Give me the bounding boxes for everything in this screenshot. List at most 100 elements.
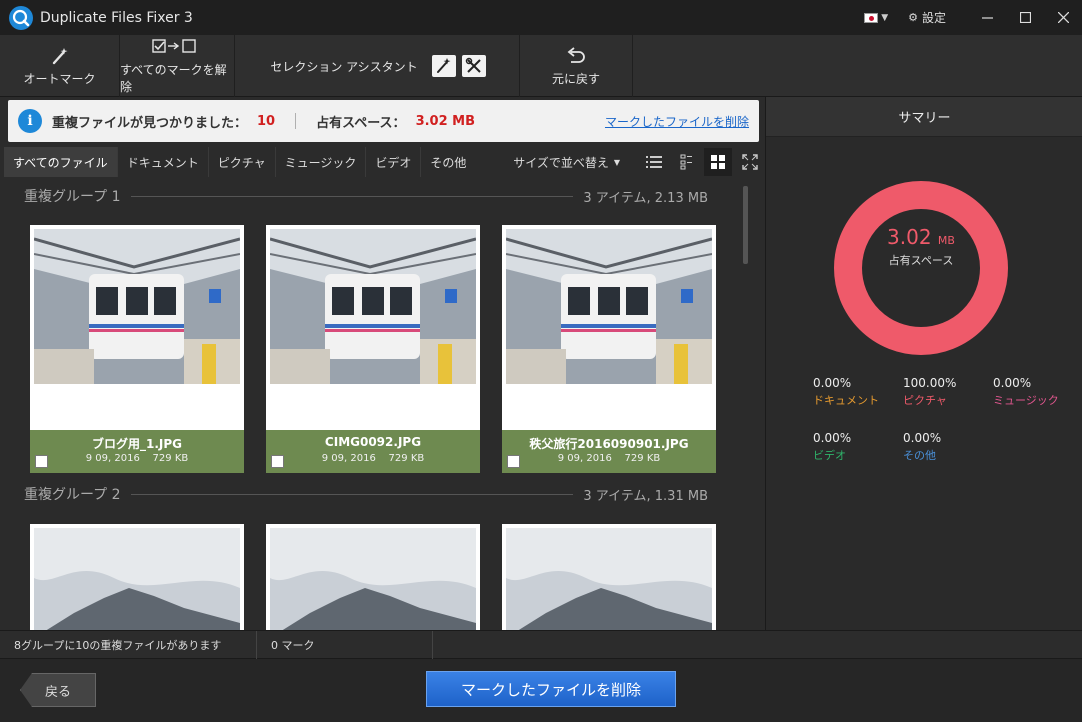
chevron-down-icon: ▼ — [613, 157, 620, 167]
summary-panel: サマリー 3.02 MB 占有スペース 0.00% ドキュメント 100.00%… — [765, 97, 1082, 630]
delete-marked-button[interactable]: マークしたファイルを削除 — [426, 671, 676, 707]
undo-icon — [567, 46, 585, 63]
donut-value: 3.02 MB — [834, 225, 1008, 249]
fullscreen-button[interactable] — [736, 148, 764, 176]
file-size: 729 KB — [152, 453, 189, 464]
sort-label: サイズで並べ替え — [513, 155, 609, 170]
grid-view-button[interactable] — [704, 148, 732, 176]
language-selector[interactable]: ▼ — [864, 12, 888, 23]
space-donut-chart — [834, 181, 1008, 355]
tab-other[interactable]: その他 — [421, 147, 475, 177]
japan-flag-icon — [864, 12, 879, 23]
file-caption: ブログ用_1.JPG 9 09, 2016 729 KB — [30, 430, 244, 473]
close-button[interactable] — [1044, 0, 1082, 35]
minimize-button[interactable] — [968, 0, 1006, 35]
results-scrollbar[interactable] — [743, 186, 748, 264]
maximize-icon — [1019, 12, 1031, 23]
title-bar: Duplicate Files Fixer 3 ▼ ⚙ 設定 — [0, 0, 1082, 35]
undo-label: 元に戻す — [551, 71, 600, 86]
selection-assistant-label: セレクション アシスタント — [270, 59, 418, 74]
file-card[interactable]: CIMG0092.JPG 9 09, 2016 729 KB — [266, 225, 480, 473]
file-size: 729 KB — [388, 453, 425, 464]
file-card[interactable] — [266, 524, 480, 630]
stat-percent: 0.00% — [993, 376, 1032, 390]
file-meta: 9 09, 2016 729 KB — [502, 453, 716, 464]
list-view-button[interactable] — [640, 148, 668, 176]
stat-pictures: 100.00% ピクチャ — [903, 376, 993, 408]
tab-documents[interactable]: ドキュメント — [118, 147, 209, 177]
file-type-tabs: すべてのファイル ドキュメント ピクチャ ミュージック ビデオ その他 サイズで… — [4, 146, 764, 178]
selection-tools-button[interactable] — [461, 55, 486, 77]
file-checkbox[interactable] — [271, 455, 284, 468]
tools-icon — [465, 57, 481, 73]
file-card[interactable]: 秩父旅行2016090901.JPG 9 09, 2016 729 KB — [502, 225, 716, 473]
file-card[interactable] — [502, 524, 716, 630]
settings-label: 設定 — [921, 11, 946, 25]
tab-music[interactable]: ミュージック — [276, 147, 367, 177]
stat-name: ドキュメント — [813, 394, 879, 407]
occupied-space-value: 3.02 MB — [415, 113, 476, 129]
file-name: 秩父旅行2016090901.JPG — [529, 437, 689, 451]
file-caption: CIMG0092.JPG 9 09, 2016 729 KB — [266, 430, 480, 473]
tab-pictures[interactable]: ピクチャ — [209, 147, 276, 177]
mountain-photo-thumbnail — [270, 528, 476, 630]
train-photo-thumbnail — [270, 229, 476, 384]
magic-wand-icon — [436, 58, 451, 73]
results-area: 重複グループ 1 3 アイテム, 2.13 MB ブログ用_1.JPG 9 09… — [8, 180, 740, 630]
file-meta: 9 09, 2016 729 KB — [30, 453, 244, 464]
stat-music: 0.00% ミュージック — [993, 376, 1082, 408]
group-header: 重複グループ 1 3 アイテム, 2.13 MB — [8, 181, 708, 211]
group-divider — [130, 493, 574, 495]
settings-button[interactable]: ⚙ 設定 — [908, 9, 946, 26]
info-separator — [295, 113, 297, 129]
selection-assistant: セレクション アシスタント — [237, 35, 520, 97]
auto-mark-button[interactable]: オートマーク — [0, 35, 120, 97]
auto-mark-label: オートマーク — [23, 71, 96, 86]
close-icon — [1057, 12, 1069, 23]
file-date: 9 09, 2016 — [321, 453, 376, 464]
undo-button[interactable]: 元に戻す — [520, 35, 633, 97]
stat-name: ビデオ — [813, 449, 846, 462]
mountain-photo-thumbnail — [34, 528, 240, 630]
summary-title: サマリー — [766, 97, 1082, 137]
group-info: 3 アイテム, 2.13 MB — [583, 190, 708, 206]
file-meta: 9 09, 2016 729 KB — [266, 453, 480, 464]
status-groups: 8グループに10の重複ファイルがあります — [0, 631, 257, 659]
stat-documents: 0.00% ドキュメント — [813, 376, 903, 408]
group-divider — [130, 195, 574, 197]
file-card[interactable] — [30, 524, 244, 630]
stat-name: ミュージック — [993, 394, 1059, 407]
file-date: 9 09, 2016 — [85, 453, 140, 464]
stat-percent: 100.00% — [903, 376, 957, 390]
group-info: 3 アイテム, 1.31 MB — [583, 488, 708, 504]
train-photo-thumbnail — [506, 229, 712, 384]
tab-all-files[interactable]: すべてのファイル — [4, 147, 118, 177]
delete-marked-link[interactable]: マークしたファイルを削除 — [605, 113, 749, 130]
grid-view-icon — [711, 155, 725, 169]
selection-auto-button[interactable] — [431, 55, 456, 77]
toolbar: オートマーク すべてのマークを解除 セレクション アシスタント 元に戻す — [0, 35, 1082, 97]
sort-dropdown[interactable]: サイズで並べ替え ▼ — [513, 154, 620, 171]
train-photo-thumbnail — [34, 229, 240, 384]
unmark-all-button[interactable]: すべてのマークを解除 — [120, 35, 235, 97]
detail-view-button[interactable] — [672, 148, 700, 176]
file-size: 729 KB — [624, 453, 661, 464]
footer: 戻る マークしたファイルを削除 — [0, 659, 1082, 722]
expand-icon — [742, 154, 758, 170]
tab-video[interactable]: ビデオ — [366, 147, 422, 177]
detail-view-icon — [680, 154, 692, 170]
maximize-button[interactable] — [1006, 0, 1044, 35]
app-logo-icon — [9, 5, 33, 30]
info-bar: i 重複ファイルが見つかりました： 10 占有スペース： 3.02 MB マーク… — [8, 100, 759, 142]
file-card[interactable]: ブログ用_1.JPG 9 09, 2016 729 KB — [30, 225, 244, 473]
stat-percent: 0.00% — [813, 376, 852, 390]
gear-icon: ⚙ — [908, 11, 918, 24]
file-checkbox[interactable] — [35, 455, 48, 468]
file-checkbox[interactable] — [507, 455, 520, 468]
stat-name: その他 — [903, 449, 936, 462]
donut-number: 3.02 — [887, 225, 932, 249]
minimize-icon — [981, 17, 993, 19]
duplicates-found-count: 10 — [257, 113, 276, 129]
group-title: 重複グループ 1 — [24, 189, 121, 205]
back-button[interactable]: 戻る — [20, 673, 96, 707]
